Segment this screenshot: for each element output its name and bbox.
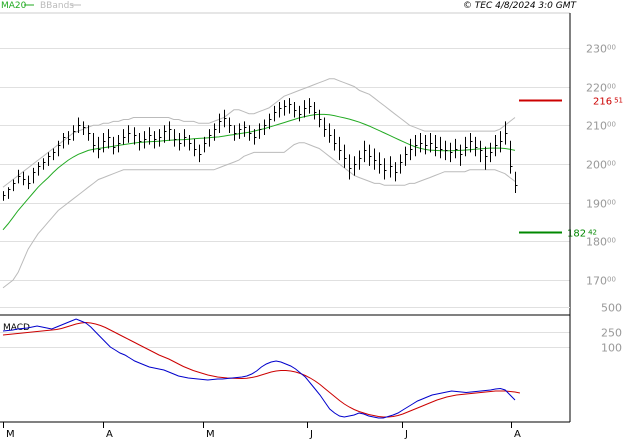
price-y-tick-label: 17000	[586, 275, 616, 288]
legend-bbands: BBands	[40, 1, 74, 11]
price-y-tick-label: 22000	[586, 82, 616, 95]
chart-canvas: MA20 BBands © TEC 4/8/2024 3:0 GMT 216 51…	[0, 1, 623, 440]
resistance-label: 216 51	[593, 97, 623, 108]
bollinger-bands	[2, 78, 516, 289]
macd-line	[2, 318, 516, 419]
price-levels: 216 51182 42	[519, 97, 623, 240]
x-axis-tick-label: M	[206, 429, 215, 440]
x-axis-tick-label: A	[106, 429, 113, 440]
x-axis-tick-label: M	[6, 429, 15, 440]
price-gridlines	[0, 48, 570, 281]
price-y-tick-label: 19000	[586, 198, 616, 211]
price-y-tick-label: 23000	[586, 43, 616, 56]
legend-ma20: MA20	[1, 1, 27, 11]
macd-y-tick-label: 100	[601, 342, 622, 355]
price-bars	[3, 98, 518, 201]
x-axis-tick-label: J	[309, 429, 313, 440]
x-axis-tick-label: J	[404, 429, 408, 440]
x-axis-tick-label: A	[514, 429, 521, 440]
macd-gridlines	[0, 307, 570, 348]
price-y-tick-label: 20000	[586, 159, 616, 172]
price-y-tick-label: 21000	[586, 120, 616, 133]
macd-signal-line	[2, 321, 520, 418]
macd-y-axis: 500 250 100	[601, 302, 622, 355]
price-y-tick-label: 18000	[586, 236, 616, 249]
stock-chart: MA20 BBands © TEC 4/8/2024 3:0 GMT 216 51…	[0, 0, 627, 440]
macd-lines	[2, 318, 520, 419]
price-y-axis: 23000 22000 21000 20000 19000 18000 17000	[586, 43, 616, 288]
x-axis: MAMJJA	[3, 422, 521, 440]
macd-y-tick-label: 500	[601, 302, 622, 315]
macd-y-tick-label: 250	[601, 327, 622, 340]
copyright-label: © TEC 4/8/2024 3:0 GMT	[463, 1, 578, 11]
